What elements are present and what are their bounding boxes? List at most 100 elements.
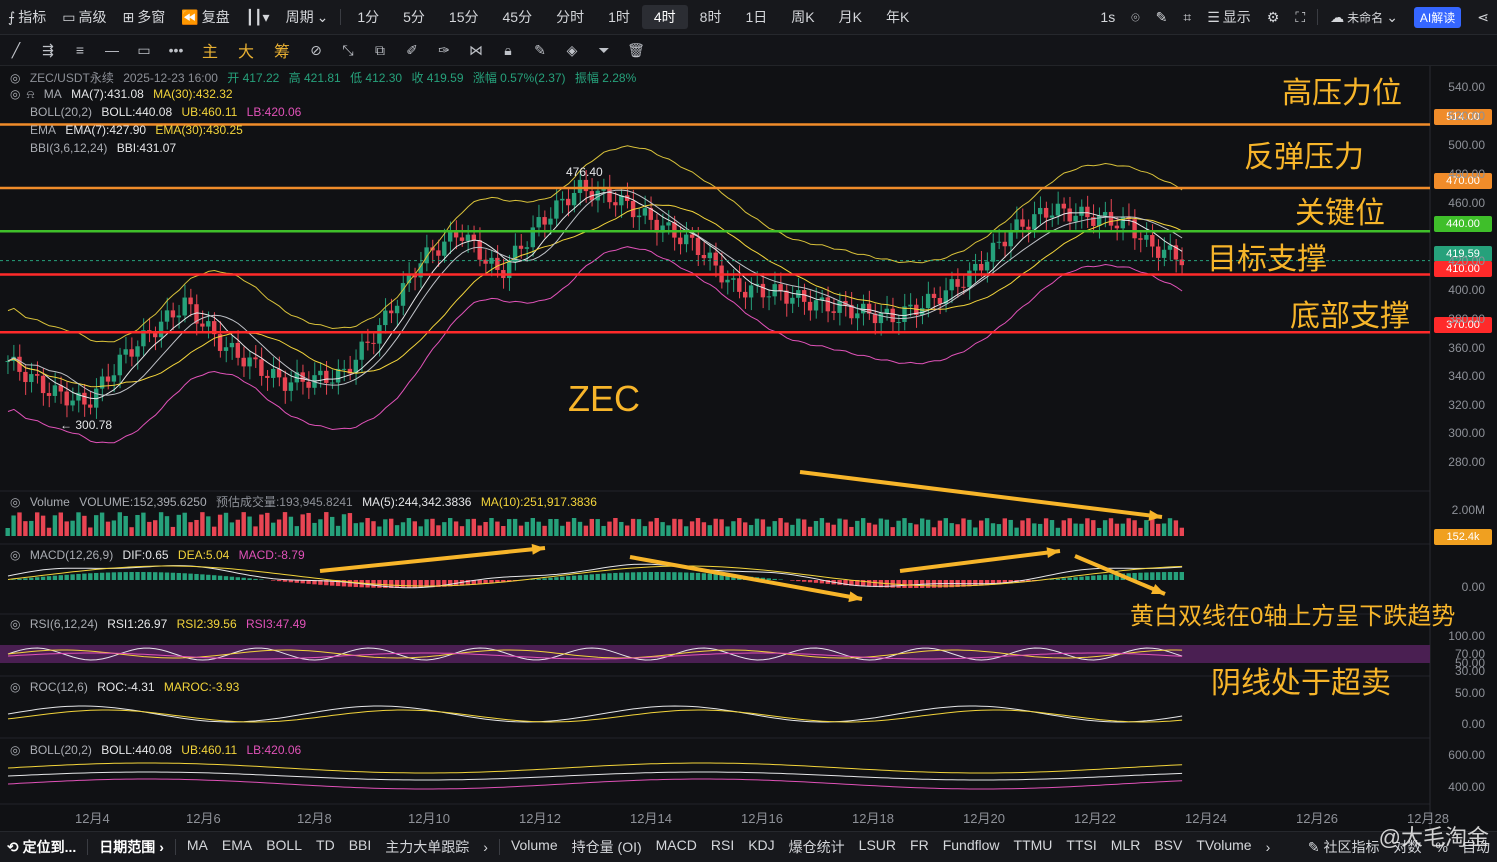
share-icon[interactable]: ⋖: [1469, 0, 1497, 34]
trendline-icon[interactable]: ╱: [0, 35, 32, 65]
interval-tab-7[interactable]: 8时: [688, 0, 734, 34]
rectangle-icon[interactable]: ▭: [128, 35, 160, 65]
interval-tab-3[interactable]: 45分: [491, 0, 545, 34]
horizontal-ray-icon[interactable]: ⇶: [32, 35, 64, 65]
interval-tab-5[interactable]: 1时: [596, 0, 642, 34]
interval-tab-0[interactable]: 1分: [345, 0, 391, 34]
macd-bar: [796, 580, 800, 581]
eraser-icon[interactable]: ◈: [556, 35, 588, 65]
interval-tab-1[interactable]: 5分: [391, 0, 437, 34]
volume-bar: [601, 526, 605, 536]
volume-bar: [1168, 518, 1172, 536]
collapse-icon[interactable]: ◎: [10, 617, 20, 631]
axis-tick-label: 100.00: [1448, 629, 1485, 643]
collapse-icon[interactable]: ◎: [10, 548, 20, 562]
date-range-button[interactable]: 日期范围 ›: [92, 837, 171, 857]
sub-indicator-9[interactable]: TTMU: [1007, 837, 1060, 857]
chart-area[interactable]: ◎ ZEC/USDT永续 2025-12-23 16:00 开 417.22 高…: [0, 66, 1497, 830]
highlighter-icon[interactable]: ✑: [428, 35, 460, 65]
chevron-right-icon[interactable]: ›: [1259, 839, 1278, 855]
camera-icon[interactable]: ⌾: [1123, 0, 1147, 34]
sub-indicator-12[interactable]: BSV: [1147, 837, 1189, 857]
volume-bar: [1068, 518, 1072, 536]
layout-name-dropdown[interactable]: ☁未命名⌄: [1322, 0, 1406, 34]
divider: [499, 839, 500, 855]
interval-tab-2[interactable]: 15分: [437, 0, 491, 34]
interval-tab-6[interactable]: 4时: [642, 5, 688, 29]
edit-icon[interactable]: ✎: [524, 35, 556, 65]
interval-tab-10[interactable]: 月K: [827, 0, 874, 34]
display-button[interactable]: ☰显示: [1199, 0, 1259, 34]
volume-bar: [236, 520, 240, 536]
volume-bar: [495, 522, 499, 536]
annotation-target-support: 目标支撑: [1207, 234, 1327, 278]
candle-body: [112, 375, 116, 381]
pattern-icon[interactable]: ⋈: [460, 35, 492, 65]
big-chip-button[interactable]: 大: [228, 35, 264, 65]
main-indicator-5[interactable]: 主力大单跟踪: [378, 837, 476, 857]
filter-icon[interactable]: ⏷: [588, 35, 620, 65]
candle-body: [566, 199, 570, 205]
magnet-icon[interactable]: ⊘: [300, 35, 332, 65]
sub-indicator-10[interactable]: TTSI: [1059, 837, 1103, 857]
volume-bar: [318, 519, 322, 536]
lock-icon[interactable]: 🔒︎: [492, 35, 524, 65]
volume-bar: [478, 525, 482, 536]
sub-indicator-7[interactable]: FR: [903, 837, 936, 857]
macd-bar: [908, 580, 912, 588]
crop-icon[interactable]: ⌗: [1175, 0, 1199, 34]
main-indicator-3[interactable]: TD: [309, 837, 342, 857]
chip-distribution-button[interactable]: 筹: [264, 35, 300, 65]
interval-tab-8[interactable]: 1日: [733, 0, 779, 34]
ai-interpret-button[interactable]: AI解读: [1406, 0, 1469, 34]
copy-icon[interactable]: ⧉: [364, 35, 396, 65]
main-indicator-0[interactable]: MA: [180, 837, 215, 857]
period-dropdown[interactable]: 周期⌄: [278, 0, 337, 34]
horizontal-line-icon[interactable]: —: [96, 35, 128, 65]
sub-indicator-6[interactable]: LSUR: [852, 837, 903, 857]
indicators-button[interactable]: ⨍指标: [0, 0, 54, 34]
macd-bar: [230, 577, 234, 580]
sub-indicator-13[interactable]: TVolume: [1189, 837, 1258, 857]
macd-bar: [82, 574, 86, 580]
candle-body: [991, 243, 995, 262]
interval-tab-4[interactable]: 分时: [544, 0, 596, 34]
sub-indicator-2[interactable]: MACD: [649, 837, 704, 857]
sub-indicator-3[interactable]: RSI: [704, 837, 741, 857]
collapse-icon[interactable]: ◎: [10, 495, 20, 509]
volume-bar: [643, 526, 647, 536]
collapse-icon[interactable]: ◎: [10, 680, 20, 694]
community-indicator-button[interactable]: ✎ 社区指标: [1301, 837, 1387, 857]
pencil-icon[interactable]: ✎: [1148, 0, 1176, 34]
chevron-right-icon[interactable]: ›: [476, 839, 495, 855]
sub-indicator-8[interactable]: Fundflow: [936, 837, 1007, 857]
macd-bar: [714, 574, 718, 580]
trash-icon[interactable]: 🗑︎: [620, 35, 652, 65]
fullscreen-icon[interactable]: ⛶: [1287, 0, 1313, 34]
collapse-icon[interactable]: ◎: [10, 87, 20, 101]
locate-button[interactable]: ⟲ 定位到...: [0, 837, 83, 857]
more-icon[interactable]: •••: [160, 35, 192, 65]
multi-window-button[interactable]: ⊞多窗: [115, 0, 174, 34]
brush-icon[interactable]: ✐: [396, 35, 428, 65]
replay-button[interactable]: ⏪复盘: [173, 0, 237, 34]
main-chip-button[interactable]: 主: [192, 35, 228, 65]
sub-indicator-5[interactable]: 爆仓统计: [782, 837, 852, 857]
main-indicator-2[interactable]: BOLL: [259, 837, 309, 857]
advanced-button[interactable]: ▭高级: [54, 0, 114, 34]
parallel-lines-icon[interactable]: ≡: [64, 35, 96, 65]
settings-gear-icon[interactable]: ⚙: [1259, 0, 1288, 34]
main-indicator-1[interactable]: EMA: [215, 837, 259, 857]
sub-indicator-0[interactable]: Volume: [504, 837, 565, 857]
sub-indicator-11[interactable]: MLR: [1104, 837, 1148, 857]
sub-indicator-1[interactable]: 持仓量 (OI): [565, 837, 649, 857]
chart-type-button[interactable]: ┃┃▾: [238, 0, 278, 34]
sub-indicator-4[interactable]: KDJ: [741, 837, 781, 857]
measure-icon[interactable]: ⤡: [332, 35, 364, 65]
main-indicator-4[interactable]: BBI: [342, 837, 379, 857]
interval-tab-9[interactable]: 周K: [779, 0, 826, 34]
refresh-rate[interactable]: 1s: [1092, 0, 1123, 34]
collapse-icon[interactable]: ◎: [10, 743, 20, 757]
candle-body: [436, 250, 440, 255]
interval-tab-11[interactable]: 年K: [874, 0, 921, 34]
